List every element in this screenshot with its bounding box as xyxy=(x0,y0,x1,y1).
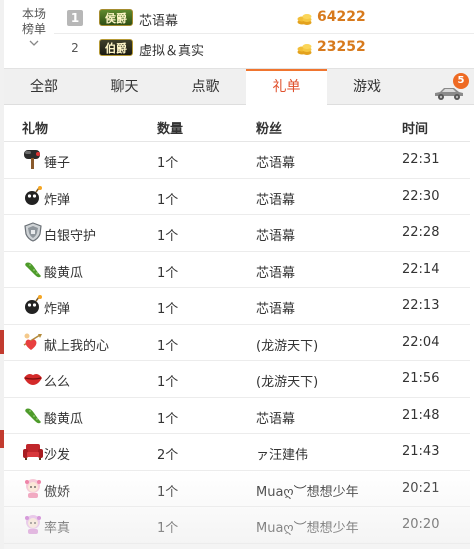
table-row: 炸弹 1个 芯语幕 22:13 xyxy=(4,288,470,325)
gift-time: 20:20 xyxy=(402,517,440,532)
ranking-toggle[interactable]: 本场 榜单 xyxy=(18,7,50,47)
ranking-score: 64222 xyxy=(317,9,366,25)
header-time: 时间 xyxy=(402,122,429,137)
fan-name[interactable]: (龙游天下) xyxy=(256,335,318,354)
fan-name[interactable]: 芯语幕 xyxy=(256,262,295,281)
gift-name: 炸弹 xyxy=(44,302,71,317)
cupid-heart-icon xyxy=(23,333,42,350)
ranking-label-line1: 本场 xyxy=(21,7,46,21)
ranking-user-name[interactable]: 芯语幕 xyxy=(139,10,178,29)
gift-list-table: 礼物 数量 粉丝 时间 锤子 1个 芯语幕 22:31 炸弹 1个 芯语幕 22… xyxy=(4,106,470,544)
gift-quantity: 1个 xyxy=(157,375,179,390)
fan-name[interactable]: Muaღ︶想想少年 xyxy=(256,481,359,500)
gift-time: 22:28 xyxy=(402,225,440,240)
tab-all[interactable]: 全部 xyxy=(4,69,84,105)
noble-badge: 侯爵 xyxy=(99,9,133,26)
table-row: 么么 1个 (龙游天下) 21:56 xyxy=(4,361,470,398)
proud-girl-icon xyxy=(25,478,41,498)
table-row: 沙发 2个 ァ汪建伟 21:43 xyxy=(4,434,470,471)
tab-chat[interactable]: 聊天 xyxy=(84,69,165,105)
gift-name: 献上我的心 xyxy=(44,338,110,354)
header-gift: 礼物 xyxy=(22,122,49,137)
gift-quantity: 1个 xyxy=(157,521,179,536)
table-row: 锤子 1个 芯语幕 22:31 xyxy=(4,142,470,179)
tab-gift-list[interactable]: 礼单 xyxy=(246,69,327,106)
tab-games[interactable]: 游戏 xyxy=(327,69,407,105)
gift-time: 22:14 xyxy=(402,261,440,277)
bomb-icon xyxy=(25,185,42,205)
fan-name[interactable]: 芯语幕 xyxy=(256,408,295,427)
table-row: 炸弹 1个 芯语幕 22:30 xyxy=(4,179,470,215)
fan-name[interactable]: ァ汪建伟 xyxy=(256,444,308,463)
chevron-down-icon xyxy=(29,40,39,46)
table-row: 白银守护 1个 芯语幕 22:28 xyxy=(4,215,470,252)
table-row: 酸黄瓜 1个 芯语幕 21:48 xyxy=(4,398,470,434)
gift-quantity: 1个 xyxy=(157,229,179,244)
fan-name[interactable]: Muaღ︶想想少年 xyxy=(256,517,359,536)
gift-time: 21:56 xyxy=(402,371,440,386)
gift-quantity: 2个 xyxy=(157,448,179,463)
gift-name: 沙发 xyxy=(44,448,71,463)
fan-name[interactable]: 芯语幕 xyxy=(256,225,295,244)
gift-quantity: 1个 xyxy=(157,484,179,500)
gift-name: 锤子 xyxy=(44,156,71,171)
gift-quantity: 1个 xyxy=(157,338,179,354)
gift-name: 傲娇 xyxy=(44,484,71,500)
gift-name: 白银守护 xyxy=(44,229,97,244)
table-row: 献上我的心 1个 (龙游天下) 22:04 xyxy=(4,325,470,361)
fan-name[interactable]: (龙游天下) xyxy=(256,371,318,390)
gift-quantity: 1个 xyxy=(157,302,179,317)
gift-time: 22:13 xyxy=(402,298,440,313)
gift-time: 22:04 xyxy=(402,334,440,350)
honest-girl-icon xyxy=(25,515,41,534)
ranking-row[interactable]: 2 伯爵 虚拟＆真实 23252 xyxy=(54,34,474,62)
coin-stack-icon xyxy=(297,44,312,55)
gift-time: 22:30 xyxy=(402,188,440,204)
car-count-badge: 5 xyxy=(453,73,469,89)
gift-name: 么么 xyxy=(44,375,71,390)
rank-number: 2 xyxy=(71,41,79,55)
table-row: 率真 1个 Muaღ︶想想少年 20:20 xyxy=(4,507,470,544)
gift-quantity: 1个 xyxy=(157,411,179,427)
fan-name[interactable]: 芯语幕 xyxy=(256,152,295,171)
gift-time: 20:21 xyxy=(402,480,440,496)
sofa-icon xyxy=(23,444,43,460)
ranking-panel: 本场 榜单 1 侯爵 芯语幕 64222 2 伯爵 虚拟＆真实 23252 xyxy=(4,0,474,66)
tab-bar: 全部 聊天 点歌 礼单 游戏 5 xyxy=(4,68,474,106)
bomb-icon xyxy=(25,295,42,314)
gift-quantity: 1个 xyxy=(157,156,179,171)
hammer-icon xyxy=(24,150,40,169)
gift-name: 率真 xyxy=(44,521,71,536)
gift-quantity: 1个 xyxy=(157,265,179,281)
fan-name[interactable]: 芯语幕 xyxy=(256,189,295,208)
cucumber-icon xyxy=(25,408,41,423)
ranking-user-name[interactable]: 虚拟＆真实 xyxy=(139,40,204,59)
car-tab-button[interactable]: 5 xyxy=(432,73,470,103)
coin-stack-icon xyxy=(297,14,312,25)
ranking-score: 23252 xyxy=(317,39,366,55)
tab-song-request[interactable]: 点歌 xyxy=(165,69,246,105)
table-row: 酸黄瓜 1个 芯语幕 22:14 xyxy=(4,252,470,288)
header-fan: 粉丝 xyxy=(256,122,283,137)
gift-time: 21:48 xyxy=(402,407,440,423)
ranking-row[interactable]: 1 侯爵 芯语幕 64222 xyxy=(54,4,474,34)
gift-name: 酸黄瓜 xyxy=(44,265,84,281)
noble-badge: 伯爵 xyxy=(99,39,133,56)
header-quantity: 数量 xyxy=(157,122,184,137)
lips-icon xyxy=(24,374,42,385)
cucumber-icon xyxy=(25,262,41,277)
gift-name: 酸黄瓜 xyxy=(44,411,84,427)
gift-quantity: 1个 xyxy=(157,192,179,208)
ranking-label-line2: 榜单 xyxy=(21,22,46,36)
table-row: 傲娇 1个 Muaღ︶想想少年 20:21 xyxy=(4,471,470,507)
rank-number: 1 xyxy=(67,10,83,26)
gift-name: 炸弹 xyxy=(44,192,71,208)
gift-time: 22:31 xyxy=(402,152,440,167)
table-header: 礼物 数量 粉丝 时间 xyxy=(4,106,470,142)
silver-shield-icon xyxy=(24,222,42,242)
fan-name[interactable]: 芯语幕 xyxy=(256,298,295,317)
gift-time: 21:43 xyxy=(402,444,440,459)
